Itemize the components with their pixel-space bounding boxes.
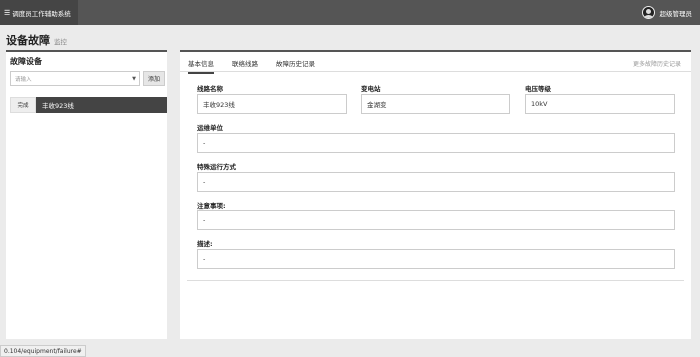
complete-status-button[interactable]: 完成 xyxy=(10,97,36,113)
caret-down-icon[interactable]: ▼ xyxy=(132,76,136,82)
user-avatar-icon[interactable] xyxy=(641,6,655,19)
detail-tabs: 基本信息 联络线路 故障历史记录 更多故障历史记录 xyxy=(180,52,691,74)
add-device-button[interactable]: 添加 xyxy=(143,71,165,86)
notes-label: 注意事项: xyxy=(197,202,226,210)
substation-field[interactable]: 金湖变 xyxy=(361,94,510,114)
maintenance-unit-label: 运维单位 xyxy=(197,124,223,132)
voltage-level-field[interactable]: 10kV xyxy=(525,94,675,114)
top-navbar: ☰ 调度员工作辅助系统 超级管理员 xyxy=(0,0,700,25)
device-select[interactable]: 请输入 ▼ xyxy=(10,71,140,86)
description-field[interactable]: - xyxy=(197,249,675,269)
user-name[interactable]: 超级管理员 xyxy=(660,8,693,18)
device-list-item[interactable]: 完成 丰收923线 xyxy=(10,97,167,113)
maintenance-unit-field[interactable]: - xyxy=(197,133,675,153)
tab-tie-lines[interactable]: 联络线路 xyxy=(232,58,258,68)
substation-label: 变电站 xyxy=(361,85,381,93)
device-detail-panel: 基本信息 联络线路 故障历史记录 更多故障历史记录 线路名称 丰收923线 变电… xyxy=(180,50,691,339)
user-menu[interactable]: 超级管理员 xyxy=(641,0,693,25)
page-title-text: 设备故障 xyxy=(6,34,50,47)
faulty-device-title: 故障设备 xyxy=(10,57,42,66)
special-mode-label: 特殊运行方式 xyxy=(197,163,236,171)
more-fault-history-link[interactable]: 更多故障历史记录 xyxy=(633,59,681,68)
app-title: 调度员工作辅助系统 xyxy=(12,9,71,18)
device-select-placeholder: 请输入 xyxy=(15,76,32,83)
tab-basic-info[interactable]: 基本信息 xyxy=(188,58,214,74)
line-name-label: 线路名称 xyxy=(197,85,223,93)
hamburger-icon[interactable]: ☰ xyxy=(4,9,10,17)
description-label: 描述: xyxy=(197,240,213,248)
divider xyxy=(187,280,684,281)
page-subtitle: 监控 xyxy=(54,38,67,46)
special-mode-field[interactable]: - xyxy=(197,172,675,192)
tab-fault-history[interactable]: 故障历史记录 xyxy=(276,58,315,68)
app-brand[interactable]: ☰ 调度员工作辅助系统 xyxy=(0,0,78,25)
browser-status-bar: 0.104/equipment/failure# xyxy=(0,345,86,357)
voltage-level-label: 电压等级 xyxy=(525,85,551,93)
status-url: 0.104/equipment/failure# xyxy=(4,347,82,355)
page-title: 设备故障 监控 xyxy=(6,32,67,48)
device-name[interactable]: 丰收923线 xyxy=(36,97,167,113)
faulty-device-panel: 故障设备 请输入 ▼ 添加 完成 丰收923线 xyxy=(6,50,167,339)
line-name-field[interactable]: 丰收923线 xyxy=(197,94,347,114)
notes-field[interactable]: - xyxy=(197,210,675,230)
